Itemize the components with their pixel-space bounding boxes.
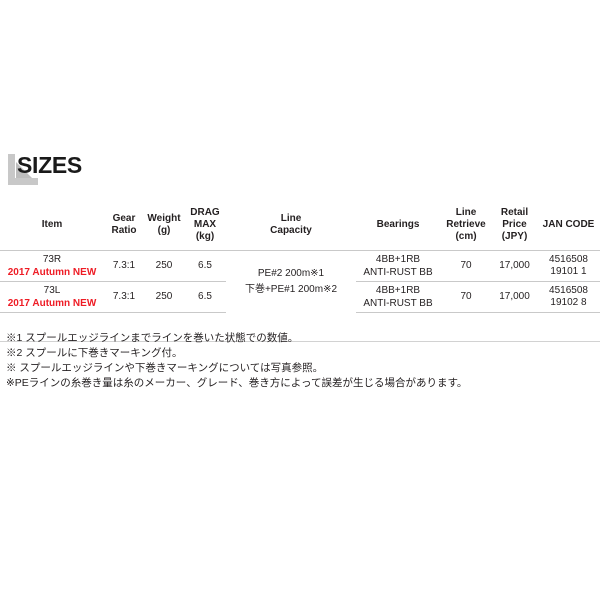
cell-weight: 250 xyxy=(144,281,184,313)
page-root: SIZES Item Gear Ratio Weight (g) DRAG MA… xyxy=(0,0,600,600)
column-header-weight-line2: (g) xyxy=(157,224,171,236)
column-header-item-label: Item xyxy=(41,218,63,230)
page-title: SIZES xyxy=(17,152,82,178)
bearings-line2: ANTI-RUST BB xyxy=(363,298,433,309)
column-header-retail-price-line2: Price xyxy=(502,218,527,230)
column-header-line-capacity-line2: Capacity xyxy=(270,224,312,236)
line-capacity-line1: PE#2 200m※1 xyxy=(257,267,325,279)
column-header-gear-ratio-line2: Ratio xyxy=(111,224,137,236)
cell-bearings: 4BB+1RB ANTI-RUST BB xyxy=(356,250,440,282)
cell-jan-code: 4516508 19102 8 xyxy=(537,281,600,313)
column-header-drag-max-line2: MAX xyxy=(193,218,217,230)
line-capacity-line2: 下巻+PE#1 200m※2 xyxy=(244,283,338,295)
footnote-item: ※2 スプールに下巻きマーキング付。 xyxy=(6,347,183,359)
item-name: 73L xyxy=(43,285,61,296)
cell-line-retrieve: 70 xyxy=(440,250,492,282)
specifications-table: Item Gear Ratio Weight (g) DRAG MAX (kg) xyxy=(0,201,600,313)
cell-drag-max: 6.5 xyxy=(184,250,226,282)
column-header-line-capacity-line1: Line xyxy=(280,212,302,224)
footnote-item: ※1 スプールエッジラインまでラインを巻いた状態での数値。 xyxy=(6,332,299,344)
cell-item: 73R 2017 Autumn NEW xyxy=(0,250,104,282)
new-badge: 2017 Autumn NEW xyxy=(7,298,97,309)
column-header-line-retrieve-line1: Line xyxy=(455,206,477,218)
table-header-row: Item Gear Ratio Weight (g) DRAG MAX (kg) xyxy=(0,201,600,251)
bearings-line2: ANTI-RUST BB xyxy=(363,267,433,278)
column-header-weight-line1: Weight xyxy=(147,212,181,224)
table-body: 73R 2017 Autumn NEW 7.3:1 250 6.5 PE#2 2… xyxy=(0,250,600,313)
bearings-line1: 4BB+1RB xyxy=(375,254,421,265)
column-header-bearings-label: Bearings xyxy=(376,218,420,230)
cell-gear-ratio: 7.3:1 xyxy=(104,250,144,282)
item-name: 73R xyxy=(42,254,62,265)
cell-gear-ratio: 7.3:1 xyxy=(104,281,144,313)
table-header: Item Gear Ratio Weight (g) DRAG MAX (kg) xyxy=(0,201,600,251)
cell-jan-code: 4516508 19101 1 xyxy=(537,250,600,282)
column-header-item: Item xyxy=(0,201,104,251)
column-header-retail-price: Retail Price (JPY) xyxy=(492,201,537,251)
cell-item: 73L 2017 Autumn NEW xyxy=(0,281,104,313)
footnote-item: ※ スプールエッジラインや下巻きマーキングについては写真参照。 xyxy=(6,362,324,374)
bearings-line1: 4BB+1RB xyxy=(375,285,421,296)
cell-line-capacity: PE#2 200m※1 下巻+PE#1 200m※2 xyxy=(226,251,356,313)
cell-bearings: 4BB+1RB ANTI-RUST BB xyxy=(356,281,440,313)
column-header-drag-max: DRAG MAX (kg) xyxy=(184,201,226,251)
cell-drag-max: 6.5 xyxy=(184,281,226,313)
column-header-jan-code-label: JAN CODE xyxy=(542,218,595,230)
column-header-jan-code: JAN CODE xyxy=(537,201,600,251)
cell-retail-price: 17,000 xyxy=(492,281,537,313)
cell-retail-price: 17,000 xyxy=(492,250,537,282)
column-header-line-retrieve-line2: Retrieve xyxy=(446,218,486,230)
column-header-line-capacity: Line Capacity xyxy=(226,201,356,251)
column-header-retail-price-line3: (JPY) xyxy=(501,230,528,242)
column-header-gear-ratio-line1: Gear xyxy=(112,212,136,224)
footnote-item: ※PEラインの糸巻き量は糸のメーカー、グレード、巻き方によって誤差が生じる場合が… xyxy=(6,377,468,389)
table-row: 73R 2017 Autumn NEW 7.3:1 250 6.5 PE#2 2… xyxy=(0,250,600,295)
column-header-line-retrieve-line3: (cm) xyxy=(455,230,477,242)
footnotes-block: ※1 スプールエッジラインまでラインを巻いた状態での数値。 ※2 スプールに下巻… xyxy=(6,331,594,391)
column-header-drag-max-line3: (kg) xyxy=(195,230,215,242)
sizes-heading-row: SIZES xyxy=(0,152,600,185)
cell-weight: 250 xyxy=(144,250,184,282)
column-header-gear-ratio: Gear Ratio xyxy=(104,201,144,251)
sizes-section-header: SIZES xyxy=(0,152,600,342)
column-header-drag-max-line1: DRAG xyxy=(190,206,220,218)
column-header-bearings: Bearings xyxy=(356,201,440,251)
new-badge: 2017 Autumn NEW xyxy=(7,267,97,278)
cell-line-retrieve: 70 xyxy=(440,281,492,313)
column-header-line-retrieve: Line Retrieve (cm) xyxy=(440,201,492,251)
spec-table-container: Item Gear Ratio Weight (g) DRAG MAX (kg) xyxy=(0,201,600,313)
column-header-weight: Weight (g) xyxy=(144,201,184,251)
column-header-retail-price-line1: Retail xyxy=(500,206,529,218)
